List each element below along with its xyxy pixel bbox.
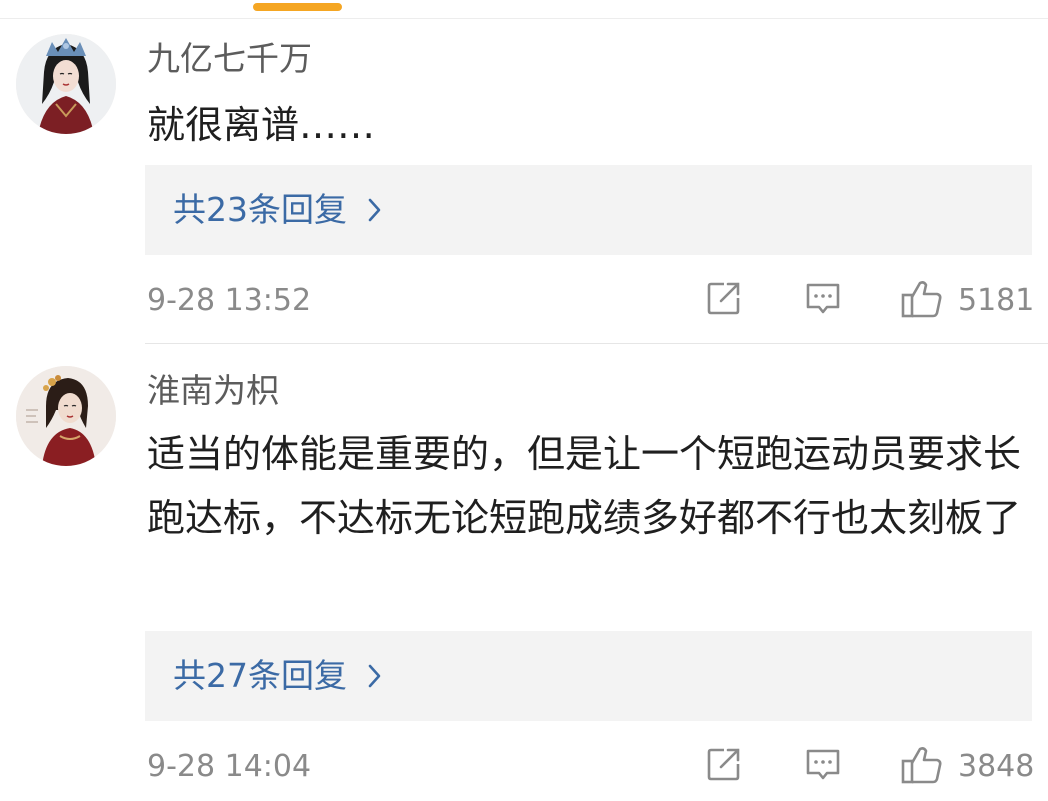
avatar[interactable]: [16, 34, 116, 134]
comment-feed: 九亿七千万 就很离谱…… 共23条回复 9-28 13:52 5181 淮南为枳…: [0, 0, 1048, 801]
chevron-right-icon: [367, 197, 383, 227]
like-count: 3848: [958, 749, 1035, 784]
comment-divider: [145, 343, 1048, 344]
thumbs-up-icon[interactable]: [900, 744, 944, 790]
avatar[interactable]: [16, 366, 116, 466]
timestamp: 9-28 13:52: [147, 283, 312, 318]
like-count: 5181: [958, 283, 1035, 318]
timestamp: 9-28 14:04: [147, 749, 312, 784]
comment-meta: 9-28 13:52 5181: [0, 276, 1048, 324]
share-icon[interactable]: [704, 278, 744, 322]
thumbs-up-icon[interactable]: [900, 278, 944, 324]
username[interactable]: 九亿七千万: [147, 39, 312, 79]
comment-meta: 9-28 14:04 3848: [0, 742, 1048, 790]
replies-button[interactable]: 共27条回复: [145, 631, 1032, 721]
replies-label: 共23条回复: [173, 190, 347, 229]
share-icon[interactable]: [704, 744, 744, 788]
comment-text: 适当的体能是重要的，但是让一个短跑运动员要求长跑达标，不达标无论短跑成绩多好都不…: [147, 432, 1022, 540]
chevron-right-icon: [367, 663, 383, 693]
comment-text: 就很离谱……: [147, 103, 376, 147]
top-divider: [0, 18, 1048, 19]
comment-icon[interactable]: [803, 744, 843, 788]
replies-button[interactable]: 共23条回复: [145, 165, 1032, 255]
username[interactable]: 淮南为枳: [147, 371, 279, 411]
tab-active-indicator: [253, 3, 342, 11]
replies-label: 共27条回复: [173, 656, 347, 695]
comment-icon[interactable]: [803, 278, 843, 322]
